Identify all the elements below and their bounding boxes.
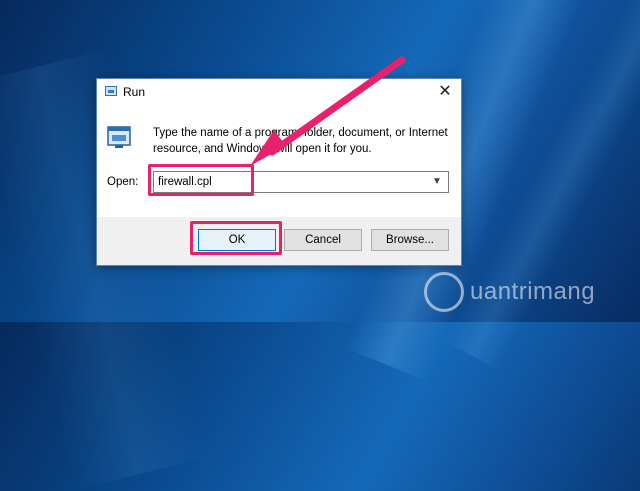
cancel-button[interactable]: Cancel bbox=[284, 229, 362, 251]
run-icon bbox=[107, 126, 131, 148]
chevron-down-icon[interactable]: ▼ bbox=[428, 173, 446, 191]
watermark-text: uantrimang bbox=[470, 278, 596, 305]
run-icon bbox=[105, 86, 117, 96]
watermark: uantrimang bbox=[424, 270, 634, 316]
ok-highlight-box bbox=[190, 221, 282, 255]
open-label: Open: bbox=[107, 176, 139, 188]
titlebar[interactable]: Run ✕ bbox=[97, 79, 461, 105]
watermark-logo-icon bbox=[424, 272, 464, 312]
input-highlight-box bbox=[148, 164, 254, 196]
browse-button[interactable]: Browse... bbox=[371, 229, 449, 251]
dialog-title: Run bbox=[123, 85, 146, 99]
dialog-content: Type the name of a program, folder, docu… bbox=[97, 105, 461, 217]
close-icon[interactable]: ✕ bbox=[435, 82, 455, 102]
dialog-description: Type the name of a program, folder, docu… bbox=[153, 127, 448, 155]
